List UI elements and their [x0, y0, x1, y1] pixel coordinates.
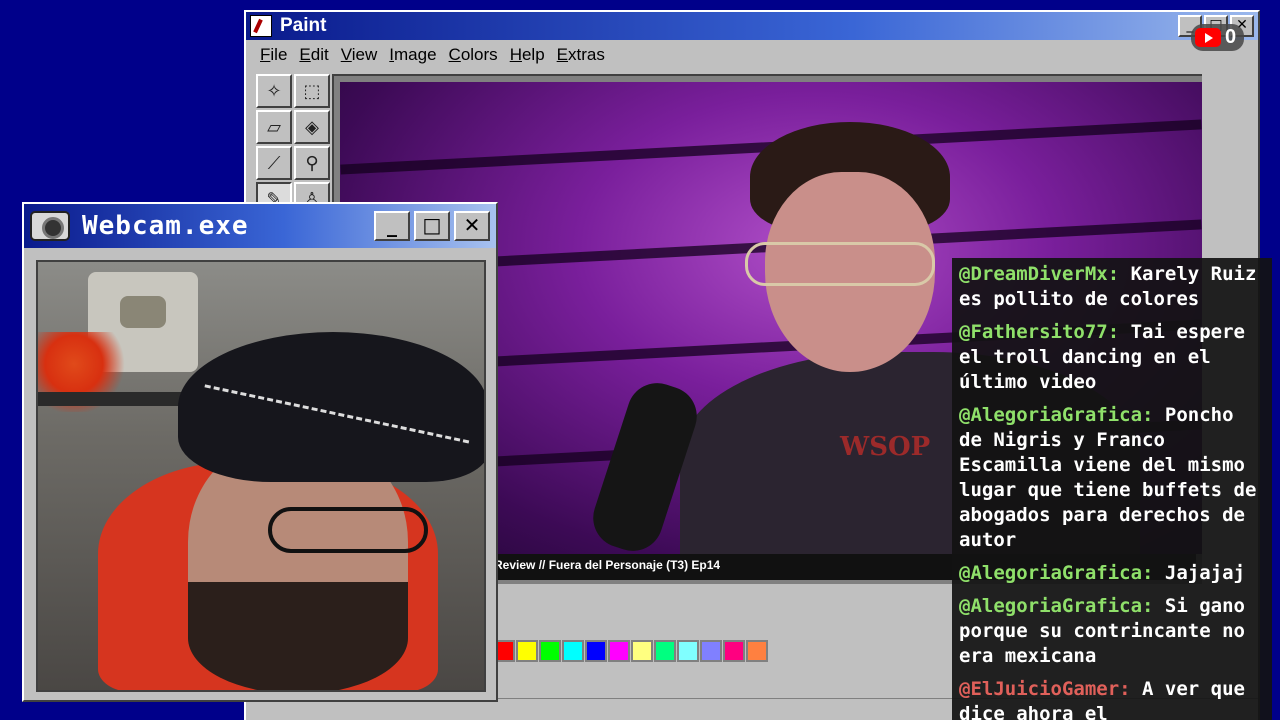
- rect-select-tool-icon[interactable]: ⬚: [294, 74, 330, 108]
- chat-message: @Fathersito77: Tai espere el troll danci…: [959, 320, 1266, 395]
- menu-view[interactable]: View: [335, 45, 384, 65]
- color-picker-tool-icon[interactable]: ⟋: [256, 146, 292, 180]
- paint-toolbox: ✧ ⬚ ▱ ◈ ⟋ ⚲ ✎ ♙: [256, 74, 332, 216]
- palette-swatch[interactable]: [654, 640, 676, 662]
- youtube-counter-badge: 0: [1191, 24, 1245, 51]
- chat-username: @AlegoriaGrafica:: [959, 404, 1154, 426]
- palette-swatch[interactable]: [562, 640, 584, 662]
- webcam-close-button[interactable]: ✕: [454, 211, 490, 241]
- fill-bucket-tool-icon[interactable]: ◈: [294, 110, 330, 144]
- paint-window-title: Paint: [280, 15, 327, 36]
- menu-file[interactable]: File: [254, 45, 293, 65]
- menu-colors[interactable]: Colors: [443, 45, 504, 65]
- chat-username: @AlegoriaGrafica:: [959, 562, 1154, 584]
- palette-swatch[interactable]: [516, 640, 538, 662]
- chat-message: @AlegoriaGrafica: Si gano porque su cont…: [959, 594, 1266, 669]
- shirt-logo: WSOP: [840, 432, 931, 462]
- palette-swatch[interactable]: [700, 640, 722, 662]
- chat-text: Poncho de Nigris y Franco Escamilla vien…: [959, 404, 1257, 551]
- streamer-beard: [188, 582, 408, 690]
- paint-title-bar[interactable]: Paint _ □ ✕: [246, 12, 1258, 40]
- eraser-tool-icon[interactable]: ▱: [256, 110, 292, 144]
- video-caption: Review // Fuera del Personaje (T3) Ep14: [494, 558, 721, 572]
- palette-swatch[interactable]: [677, 640, 699, 662]
- menu-image[interactable]: Image: [383, 45, 442, 65]
- chat-message: @AlegoriaGrafica: Poncho de Nigris y Fra…: [959, 403, 1266, 553]
- chat-username: @AlegoriaGrafica:: [959, 595, 1154, 617]
- paint-menu-bar: File Edit View Image Colors Help Extras: [246, 40, 1258, 70]
- chat-username: @ElJuicioGamer:: [959, 678, 1131, 700]
- palette-swatch[interactable]: [539, 640, 561, 662]
- webcam-window: Webcam.exe _ □ ✕: [22, 202, 498, 702]
- camera-icon: [30, 211, 70, 241]
- webcam-window-title: Webcam.exe: [82, 211, 249, 241]
- menu-edit[interactable]: Edit: [293, 45, 334, 65]
- palette-swatch[interactable]: [746, 640, 768, 662]
- menu-extras[interactable]: Extras: [551, 45, 611, 65]
- youtube-icon: [1195, 28, 1221, 47]
- youtube-count: 0: [1225, 26, 1237, 48]
- webcam-minimize-button[interactable]: _: [374, 211, 410, 241]
- chat-overlay: @DreamDiverMx: Karely Ruiz es pollito de…: [952, 258, 1272, 720]
- streamer-glasses: [268, 507, 428, 553]
- palette-swatch[interactable]: [723, 640, 745, 662]
- palette-swatch[interactable]: [585, 640, 607, 662]
- webcam-feed: [36, 260, 486, 692]
- magnifier-tool-icon[interactable]: ⚲: [294, 146, 330, 180]
- chat-message: @DreamDiverMx: Karely Ruiz es pollito de…: [959, 262, 1266, 312]
- chat-message: @ElJuicioGamer: A ver que dice ahora el: [959, 677, 1266, 720]
- chat-username: @DreamDiverMx:: [959, 263, 1120, 285]
- free-select-tool-icon[interactable]: ✧: [256, 74, 292, 108]
- palette-swatch[interactable]: [631, 640, 653, 662]
- chat-message: @AlegoriaGrafica: Jajajaj: [959, 561, 1266, 586]
- webcam-title-bar[interactable]: Webcam.exe _ □ ✕: [24, 204, 496, 248]
- chat-text: Jajajaj: [1164, 562, 1245, 584]
- palette-swatch[interactable]: [608, 640, 630, 662]
- menu-help[interactable]: Help: [504, 45, 551, 65]
- paint-app-icon: [250, 15, 272, 37]
- chat-username: @Fathersito77:: [959, 321, 1120, 343]
- webcam-maximize-button[interactable]: □: [414, 211, 450, 241]
